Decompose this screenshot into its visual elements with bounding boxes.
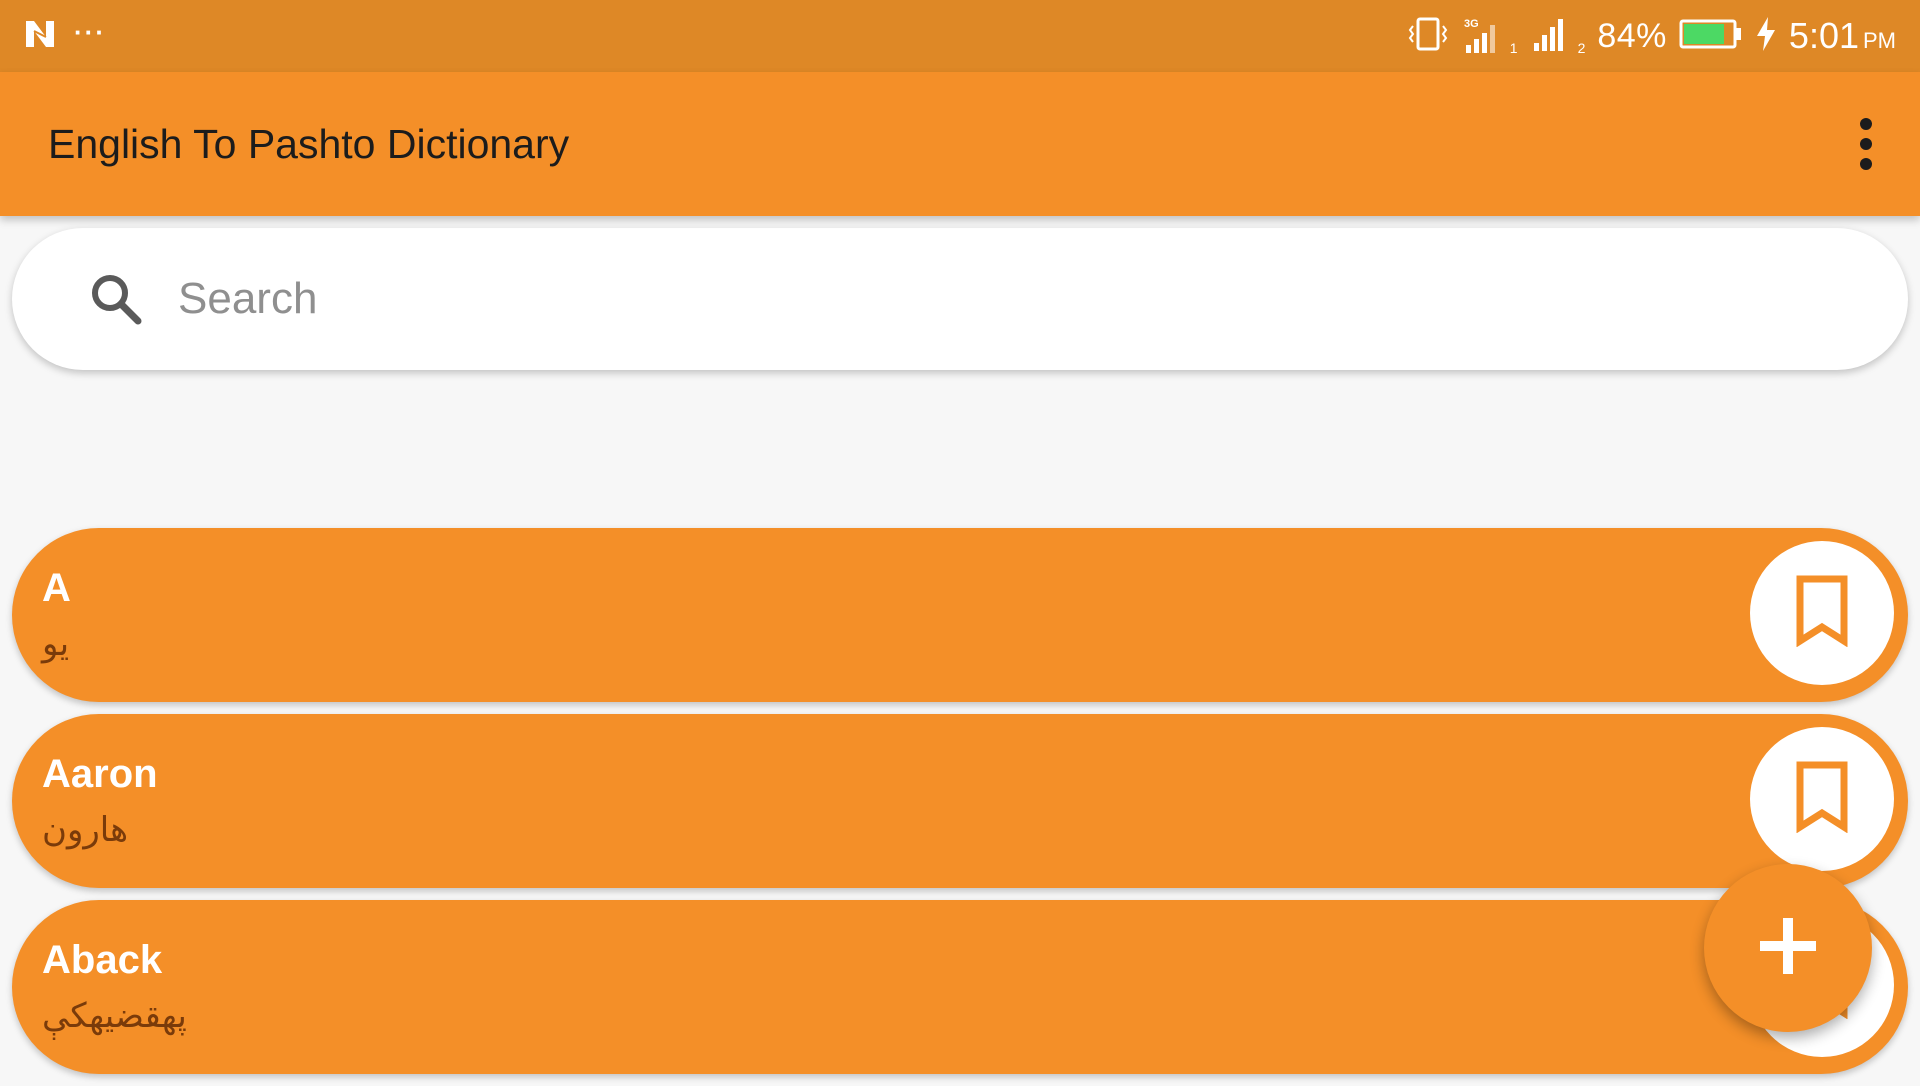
status-right: 3G 1 2 84% 5:01 PM <box>1406 14 1896 58</box>
overflow-menu-icon-dot <box>1860 118 1872 130</box>
signal-sim1-icon: 3G <box>1462 17 1502 55</box>
signal-sim2-icon <box>1530 15 1570 58</box>
bookmark-icon <box>1792 761 1852 838</box>
word-pashto: هارون <box>42 810 129 850</box>
word-card[interactable]: Aback پهقضیهکې <box>12 900 1908 1074</box>
sim2-label: 2 <box>1577 40 1586 56</box>
search-input[interactable] <box>176 258 1680 340</box>
vibrate-icon <box>1406 16 1450 57</box>
add-fab-button[interactable] <box>1704 864 1872 1032</box>
clock-time: 5:01 <box>1788 15 1859 56</box>
clock: 5:01 PM <box>1789 15 1896 57</box>
search-icon <box>76 259 156 339</box>
word-pashto: یو <box>42 624 70 664</box>
status-left: ··· <box>24 18 106 54</box>
search-bar[interactable] <box>12 228 1908 370</box>
overflow-menu-icon-dot <box>1860 138 1872 150</box>
battery-percent: 84% <box>1597 16 1667 55</box>
status-bar: ··· 3G 1 2 84% 5:01 PM <box>0 0 1920 72</box>
app-title: English To Pashto Dictionary <box>48 121 570 167</box>
word-english: A <box>42 566 71 610</box>
word-list: A یو Aaron هارون Aback پهقضیهکې <box>12 528 1908 1086</box>
bookmark-button[interactable] <box>1750 541 1894 685</box>
battery-icon <box>1679 18 1743 55</box>
overflow-menu-icon-dot <box>1860 158 1872 170</box>
word-english: Aback <box>42 938 163 982</box>
word-english: Aaron <box>42 752 158 796</box>
bookmark-button[interactable] <box>1750 727 1894 871</box>
app-bar: English To Pashto Dictionary <box>0 72 1920 216</box>
word-card[interactable]: A یو <box>12 528 1908 702</box>
clock-ampm: PM <box>1863 28 1896 53</box>
bookmark-icon <box>1792 575 1852 652</box>
sim1-label: 1 <box>1509 40 1518 56</box>
svg-text:3G: 3G <box>1464 18 1479 30</box>
overflow-menu-button[interactable] <box>1834 104 1898 184</box>
plus-icon <box>1756 914 1820 983</box>
charging-icon <box>1755 16 1777 57</box>
word-card[interactable]: Aaron هارون <box>12 714 1908 888</box>
more-notifications-icon: ··· <box>74 17 106 47</box>
word-pashto: پهقضیهکې <box>42 996 187 1036</box>
n-logo-icon <box>24 19 56 54</box>
